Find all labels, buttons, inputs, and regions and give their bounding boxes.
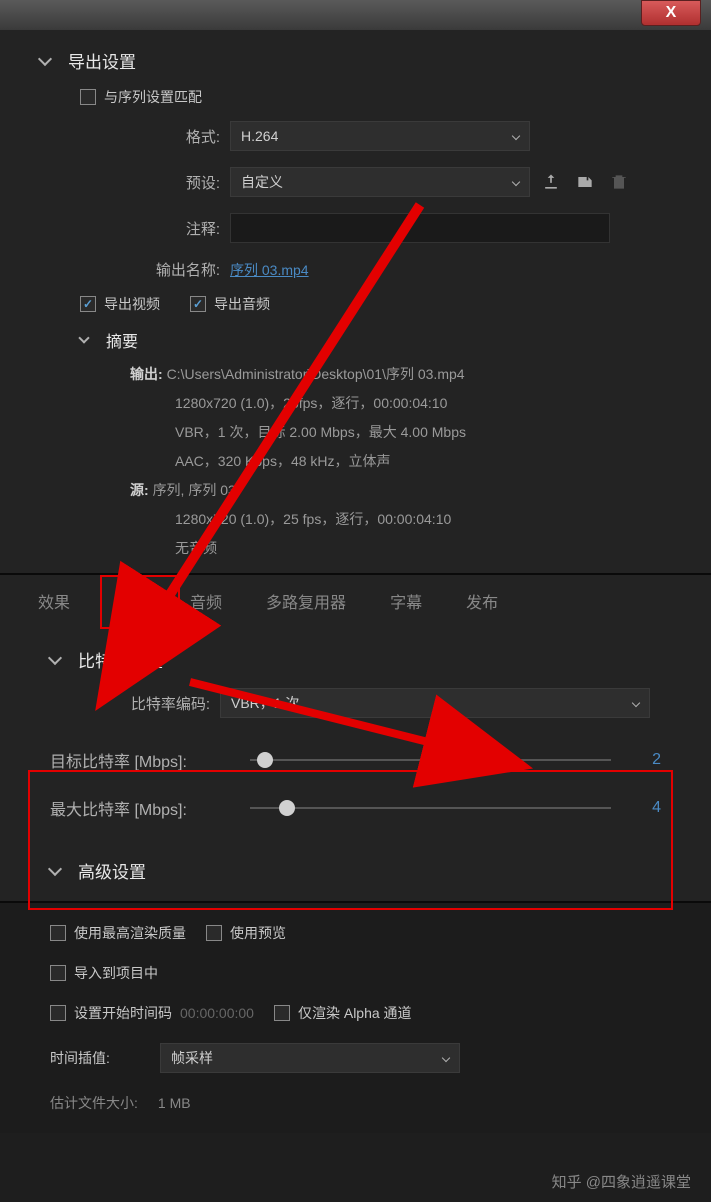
comment-input[interactable] xyxy=(230,213,610,243)
format-label: 格式: xyxy=(130,126,220,147)
target-bitrate-row: 目标比特率 [Mbps]: 2 xyxy=(0,736,711,784)
est-size-row: 估计文件大小: 1 MB xyxy=(0,1083,711,1123)
chevron-down-icon xyxy=(48,861,62,875)
max-render-checkbox[interactable] xyxy=(50,925,66,941)
chevron-down-icon xyxy=(632,699,640,707)
summary-header[interactable]: 摘要 xyxy=(0,320,711,360)
tab-publish[interactable]: 发布 xyxy=(458,575,506,629)
summary-title: 摘要 xyxy=(106,328,138,352)
advanced-header[interactable]: 高级设置 xyxy=(0,850,711,891)
section-title: 导出设置 xyxy=(68,48,136,73)
start-tc-label: 设置开始时间码 xyxy=(74,1003,172,1023)
max-bitrate-value[interactable]: 4 xyxy=(631,799,661,817)
use-preview-label: 使用预览 xyxy=(230,923,286,943)
import-preset-icon[interactable] xyxy=(572,169,598,195)
summary-line: 1280x720 (1.0)，25 fps，逐行，00:00:04:10 xyxy=(0,505,711,534)
target-bitrate-value[interactable]: 2 xyxy=(631,751,661,769)
tab-multiplexer[interactable]: 多路复用器 xyxy=(258,575,354,629)
delete-preset-icon[interactable] xyxy=(606,169,632,195)
summary-line: AAC，320 Kbps，48 kHz，立体声 xyxy=(0,447,711,476)
import-project-label: 导入到项目中 xyxy=(74,963,158,983)
import-project-checkbox[interactable] xyxy=(50,965,66,981)
bitrate-title: 比特率设置 xyxy=(78,647,163,672)
tab-video[interactable]: 视频 xyxy=(106,575,154,629)
summary-source: 源: 序列, 序列 03 xyxy=(0,476,711,505)
chevron-down-icon xyxy=(512,132,520,140)
time-interp-select[interactable]: 帧采样 xyxy=(160,1043,460,1073)
max-bitrate-slider[interactable] xyxy=(250,807,611,809)
summary-line: 1280x720 (1.0)，25fps，逐行，00:00:04:10 xyxy=(0,389,711,418)
slider-thumb[interactable] xyxy=(257,752,273,768)
export-settings-panel: 导出设置 与序列设置匹配 格式: H.264 预设: 自定义 注释: 输出名 xyxy=(0,30,711,573)
bitrate-encoding-row: 比特率编码: VBR，1 次 xyxy=(0,680,711,726)
preset-label: 预设: xyxy=(130,172,220,193)
bitrate-panel: 比特率设置 比特率编码: VBR，1 次 目标比特率 [Mbps]: 2 最大比… xyxy=(0,629,711,901)
bitrate-encoding-select[interactable]: VBR，1 次 xyxy=(220,688,650,718)
est-size-value: 1 MB xyxy=(158,1095,191,1111)
max-bitrate-label: 最大比特率 [Mbps]: xyxy=(50,796,230,820)
alpha-only-checkbox[interactable] xyxy=(274,1005,290,1021)
watermark: 知乎 @四象逍遥课堂 xyxy=(552,1171,691,1192)
preset-select[interactable]: 自定义 xyxy=(230,167,530,197)
summary-line: VBR，1 次，目标 2.00 Mbps，最大 4.00 Mbps xyxy=(0,418,711,447)
chevron-down-icon xyxy=(48,650,62,664)
comment-label: 注释: xyxy=(130,218,220,239)
export-video-label: 导出视频 xyxy=(104,294,160,314)
output-name-label: 输出名称: xyxy=(130,259,220,280)
summary-output: 输出: C:\Users\Administrator\Desktop\01\序列… xyxy=(0,360,711,389)
tabs-panel: 效果 视频 音频 多路复用器 字幕 发布 xyxy=(0,575,711,629)
tab-effects[interactable]: 效果 xyxy=(30,575,78,629)
export-video-checkbox[interactable] xyxy=(80,296,96,312)
timecode-value: 00:00:00:00 xyxy=(180,1005,254,1021)
tab-bar: 效果 视频 音频 多路复用器 字幕 发布 xyxy=(0,575,711,629)
save-preset-icon[interactable] xyxy=(538,169,564,195)
est-size-label: 估计文件大小: xyxy=(50,1093,138,1113)
match-sequence-checkbox[interactable] xyxy=(80,89,96,105)
target-bitrate-slider[interactable] xyxy=(250,759,611,761)
comment-row: 注释: xyxy=(0,205,711,251)
import-project-row: 导入到项目中 xyxy=(0,953,711,993)
bitrate-header[interactable]: 比特率设置 xyxy=(0,639,711,680)
export-checks-row: 导出视频 导出音频 xyxy=(0,288,711,320)
bitrate-encoding-label: 比特率编码: xyxy=(100,693,210,714)
chevron-down-icon xyxy=(512,178,520,186)
tab-captions[interactable]: 字幕 xyxy=(382,575,430,629)
render-quality-row: 使用最高渲染质量 使用预览 xyxy=(0,913,711,953)
export-audio-checkbox[interactable] xyxy=(190,296,206,312)
tab-audio[interactable]: 音频 xyxy=(182,575,230,629)
chevron-down-icon xyxy=(442,1054,450,1062)
target-bitrate-label: 目标比特率 [Mbps]: xyxy=(50,748,230,772)
format-row: 格式: H.264 xyxy=(0,113,711,159)
time-interp-label: 时间插值: xyxy=(50,1048,140,1068)
window-titlebar: X xyxy=(0,0,711,30)
format-select[interactable]: H.264 xyxy=(230,121,530,151)
output-name-row: 输出名称: 序列 03.mp4 xyxy=(0,251,711,288)
close-button[interactable]: X xyxy=(641,0,701,26)
start-tc-checkbox[interactable] xyxy=(50,1005,66,1021)
match-sequence-label: 与序列设置匹配 xyxy=(104,87,202,107)
max-bitrate-row: 最大比特率 [Mbps]: 4 xyxy=(0,784,711,832)
match-sequence-row: 与序列设置匹配 xyxy=(0,81,711,113)
timecode-row: 设置开始时间码 00:00:00:00 仅渲染 Alpha 通道 xyxy=(0,993,711,1033)
output-name-link[interactable]: 序列 03.mp4 xyxy=(230,260,309,280)
bottom-options-panel: 使用最高渲染质量 使用预览 导入到项目中 设置开始时间码 00:00:00:00… xyxy=(0,903,711,1133)
preset-row: 预设: 自定义 xyxy=(0,159,711,205)
close-icon: X xyxy=(666,4,677,22)
time-interp-row: 时间插值: 帧采样 xyxy=(0,1033,711,1083)
chevron-down-icon xyxy=(38,51,52,65)
summary-line: 无音频 xyxy=(0,534,711,563)
max-render-label: 使用最高渲染质量 xyxy=(74,923,186,943)
chevron-down-icon xyxy=(78,332,89,343)
advanced-title: 高级设置 xyxy=(78,858,146,883)
export-settings-header[interactable]: 导出设置 xyxy=(0,40,711,81)
export-audio-label: 导出音频 xyxy=(214,294,270,314)
slider-thumb[interactable] xyxy=(279,800,295,816)
alpha-only-label: 仅渲染 Alpha 通道 xyxy=(298,1003,412,1023)
use-preview-checkbox[interactable] xyxy=(206,925,222,941)
